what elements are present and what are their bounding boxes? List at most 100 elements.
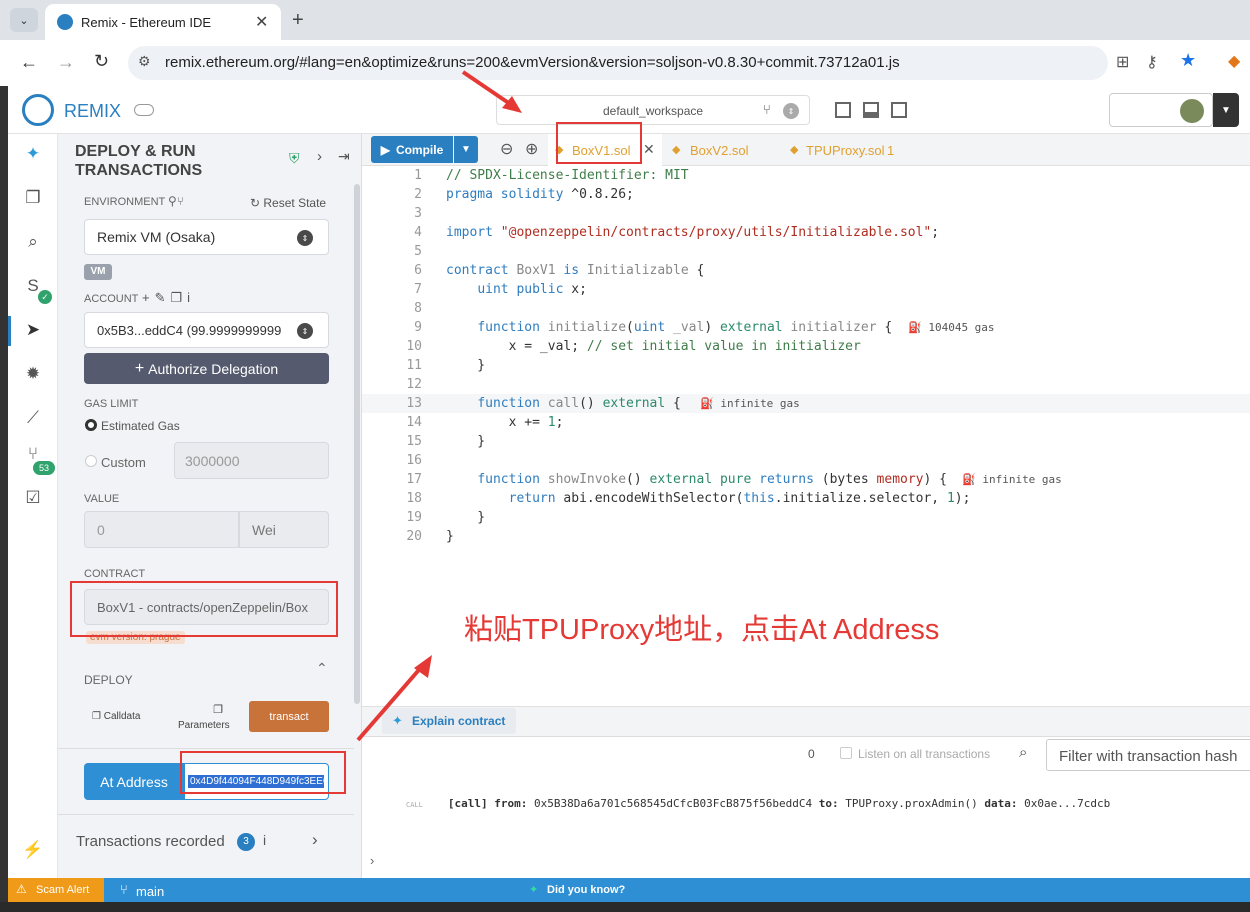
estimated-gas-radio[interactable] bbox=[85, 419, 97, 431]
compiled-check-icon: ✓ bbox=[38, 290, 52, 304]
file-explorer-icon[interactable]: ❐ bbox=[19, 188, 47, 208]
zoom-out-icon[interactable]: ⊖ bbox=[500, 139, 513, 159]
remix-logo-icon bbox=[22, 94, 54, 126]
scam-alert-button[interactable]: ⚠ Scam Alert bbox=[8, 878, 104, 902]
gas-hint-call-text: infinite gas bbox=[720, 397, 800, 410]
avatar bbox=[1180, 99, 1204, 123]
layout-bottom-icon[interactable] bbox=[863, 102, 879, 118]
calldata-button[interactable]: ❐ Calldata bbox=[92, 711, 140, 722]
address-bar[interactable]: ⚙ remix.ethereum.org/#lang=en&optimize&r… bbox=[128, 46, 1108, 80]
log-data-label: data: bbox=[984, 797, 1018, 810]
workspace-select[interactable]: default_workspace ⑂ ⇕ bbox=[496, 95, 810, 125]
transactions-recorded-label[interactable]: Transactions recorded bbox=[76, 833, 225, 850]
panel-title: DEPLOY & RUN TRANSACTIONS bbox=[75, 143, 203, 179]
layout-right-icon[interactable] bbox=[891, 102, 907, 118]
ai-icon[interactable]: ✦ bbox=[19, 144, 47, 164]
workspace-dropdown-icon[interactable]: ⇕ bbox=[783, 103, 799, 119]
panel-scrollbar[interactable] bbox=[354, 184, 360, 704]
custom-gas-input[interactable]: 3000000 bbox=[174, 442, 329, 479]
highlight-contract-select bbox=[70, 581, 338, 637]
metamask-icon[interactable]: ◆ bbox=[1228, 51, 1240, 71]
new-tab-icon[interactable]: + bbox=[292, 9, 304, 32]
at-address-button[interactable]: At Address bbox=[84, 763, 184, 800]
tab-tpuproxy[interactable]: ◆ TPUProxy.sol 1 bbox=[790, 134, 930, 166]
close-panel-icon[interactable]: ⇥ bbox=[338, 148, 350, 165]
log-data: 0x0ae...7cdcb bbox=[1024, 797, 1111, 810]
bookmark-star-icon[interactable]: ★ bbox=[1180, 50, 1196, 71]
pending-count: 0 bbox=[808, 747, 815, 761]
chevron-right-icon[interactable]: › bbox=[317, 148, 322, 165]
custom-gas-radio[interactable] bbox=[85, 455, 97, 467]
authorize-delegation-button[interactable]: + Authorize Delegation bbox=[84, 353, 329, 384]
github-login[interactable] bbox=[1109, 93, 1213, 127]
search-icon[interactable]: ⌕ bbox=[19, 232, 47, 252]
app-name: REMIX bbox=[64, 101, 122, 121]
divider bbox=[58, 748, 354, 749]
zoom-in-icon[interactable]: ⊕ bbox=[525, 139, 538, 159]
layout-left-icon[interactable] bbox=[835, 102, 851, 118]
browser-tabbar: ⌄ Remix - Ethereum IDE ✕ + bbox=[0, 0, 1250, 40]
ai-icon: ✦ bbox=[392, 713, 403, 728]
tab-search-icon[interactable]: ⌄ bbox=[10, 8, 38, 32]
value-input[interactable]: 0 bbox=[84, 511, 239, 548]
calldata-label: Calldata bbox=[103, 711, 141, 722]
git-branch-icon: ⑂ bbox=[120, 882, 128, 897]
search-icon: ⌕ bbox=[1019, 744, 1028, 761]
terminal: 0 Listen on all transactions ⌕ Filter wi… bbox=[362, 736, 1250, 878]
tab-boxv2[interactable]: ◆ BoxV2.sol bbox=[672, 134, 782, 166]
scam-alert-label: Scam Alert bbox=[36, 884, 90, 896]
close-tab-icon[interactable]: ✕ bbox=[255, 12, 268, 32]
deploy-run-icon[interactable]: ➤ bbox=[19, 320, 47, 340]
branch-name[interactable]: main bbox=[136, 884, 164, 899]
workspace-name: default_workspace bbox=[603, 104, 704, 118]
copy-params-icon[interactable]: ❐ bbox=[198, 703, 238, 716]
terminal-prompt-icon[interactable]: › bbox=[370, 853, 374, 868]
transact-button[interactable]: transact bbox=[249, 701, 329, 732]
environment-select[interactable]: Remix VM (Osaka) ⇕ bbox=[84, 219, 329, 255]
tests-icon[interactable]: ☑ bbox=[19, 488, 47, 508]
highlight-boxv1-tab bbox=[556, 122, 642, 164]
account-label: ACCOUNT bbox=[84, 293, 139, 305]
status-bar: ⚠ Scam Alert ⑂ main ✦ Did you know? bbox=[8, 878, 1250, 902]
listen-checkbox[interactable] bbox=[840, 747, 852, 759]
account-action-icons[interactable]: +✎❐i bbox=[142, 290, 195, 306]
log-entry[interactable]: CALL [call] from: 0x5B38Da6a701c568545dCf… bbox=[406, 797, 1110, 810]
log-from-label: from: bbox=[494, 797, 528, 810]
environment-value: Remix VM (Osaka) bbox=[97, 229, 216, 245]
tab-tpuproxy-badge: 1 bbox=[887, 143, 895, 158]
browser-tab[interactable]: Remix - Ethereum IDE ✕ bbox=[45, 4, 281, 40]
expand-tx-icon[interactable]: › bbox=[312, 830, 318, 850]
deploy-label: DEPLOY bbox=[84, 673, 133, 687]
ai-icon: ✦ bbox=[529, 884, 539, 896]
back-icon[interactable]: ← bbox=[20, 52, 38, 73]
user-dropdown-icon[interactable]: ▼ bbox=[1213, 93, 1239, 127]
gas-hint-showinvoke: ⛽ infinite gas bbox=[962, 473, 1062, 486]
git-branch-icon: ⑂ bbox=[763, 102, 771, 117]
key-icon[interactable]: ⚷ bbox=[1146, 52, 1158, 72]
forward-icon[interactable]: → bbox=[57, 52, 75, 73]
account-select[interactable]: 0x5B3...eddC4 (99.9999999999 ⇕ bbox=[84, 312, 329, 348]
close-tab-icon[interactable]: ✕ bbox=[643, 141, 655, 158]
compile-options-icon[interactable]: ▼ bbox=[454, 136, 478, 163]
gas-hint-initialize: ⛽ 104045 gas bbox=[908, 321, 995, 334]
debugger-icon[interactable]: ✹ bbox=[19, 364, 47, 384]
site-info-icon[interactable]: ⚙ bbox=[138, 53, 151, 70]
value-unit-select[interactable]: Wei bbox=[239, 511, 329, 548]
tx-count-badge: 3 bbox=[237, 833, 255, 851]
translate-icon[interactable]: ⊞ bbox=[1116, 52, 1129, 72]
explain-contract-button[interactable]: ✦ Explain contract bbox=[382, 708, 516, 734]
reset-state-button[interactable]: ↻ Reset State bbox=[250, 196, 326, 210]
solidity-file-icon: ◆ bbox=[790, 144, 799, 156]
parameters-label[interactable]: Parameters bbox=[178, 720, 230, 731]
reload-icon[interactable]: ↻ bbox=[94, 51, 109, 72]
tab-title: Remix - Ethereum IDE bbox=[81, 15, 212, 30]
filter-input[interactable]: Filter with transaction hash bbox=[1046, 739, 1250, 771]
plugin-manager-icon[interactable]: ⚡ bbox=[19, 840, 47, 860]
analytics-icon[interactable]: ⟋ bbox=[19, 408, 47, 428]
collapse-deploy-icon[interactable]: ⌃ bbox=[316, 660, 328, 677]
compile-button[interactable]: ▶ Compile bbox=[371, 136, 453, 163]
log-to-label: to: bbox=[818, 797, 839, 810]
theme-toggle[interactable] bbox=[134, 104, 154, 116]
log-prefix: [call] bbox=[447, 797, 488, 810]
info-icon[interactable]: i bbox=[263, 832, 266, 848]
